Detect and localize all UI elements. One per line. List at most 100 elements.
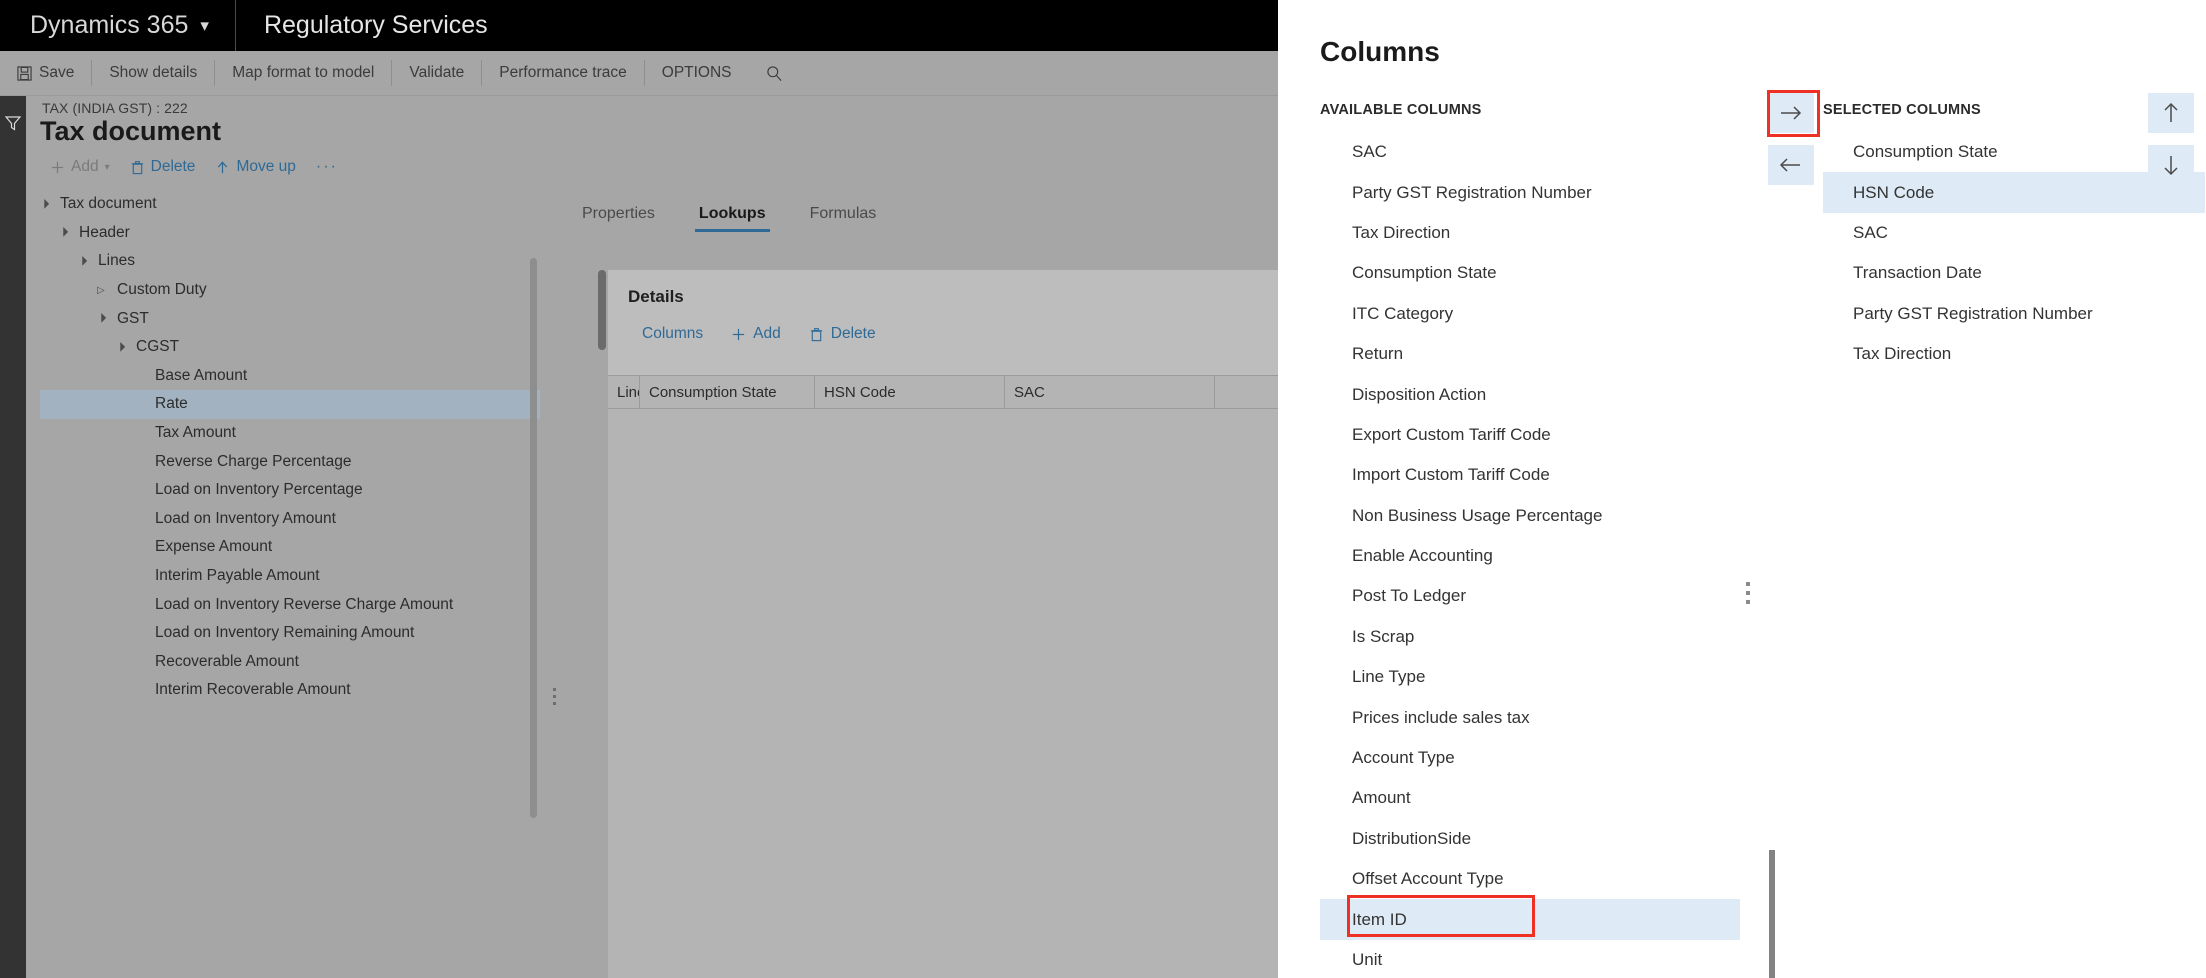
available-column-item[interactable]: Non Business Usage Percentage (1320, 496, 1740, 536)
grid-add-button[interactable]: Add (717, 325, 795, 343)
validate-button[interactable]: Validate (392, 58, 481, 88)
brand-label: Dynamics 365 (30, 11, 189, 39)
dialog-title: Columns (1320, 36, 1440, 67)
available-column-item[interactable]: Import Custom Tariff Code (1320, 455, 1740, 495)
move-up-button[interactable] (2148, 93, 2194, 133)
available-column-item[interactable]: Return (1320, 334, 1740, 374)
document-tree: Tax document Header Lines Custom Duty GST CGS… (40, 190, 540, 978)
selected-column-item[interactable]: Tax Direction (1823, 334, 2205, 374)
tree-node-label: Interim Payable Amount (155, 567, 320, 585)
tree-node-label: Reverse Charge Percentage (155, 452, 352, 470)
options-button[interactable]: OPTIONS (645, 58, 749, 88)
tree-node-label: Load on Inventory Remaining Amount (155, 624, 415, 642)
save-button[interactable]: Save (0, 58, 91, 88)
performance-trace-button[interactable]: Performance trace (482, 58, 644, 88)
tree-node[interactable]: Tax document (40, 190, 540, 219)
tree-node[interactable]: Interim Payable Amount (40, 562, 540, 591)
selected-column-item[interactable]: SAC (1823, 213, 2205, 253)
available-column-item[interactable]: Line Type (1320, 657, 1740, 697)
available-column-item[interactable]: Tax Direction (1320, 213, 1740, 253)
available-column-item[interactable]: Consumption State (1320, 253, 1740, 293)
available-columns-list[interactable]: SAC Party GST Registration Number Tax Dire… (1320, 132, 1740, 978)
pane-scrollbar[interactable] (598, 270, 606, 350)
tree-node[interactable]: Load on Inventory Amount (40, 505, 540, 534)
tab-formulas[interactable]: Formulas (788, 205, 899, 232)
chevron-down-icon[interactable] (40, 199, 54, 210)
dialog-drag-handle[interactable] (1746, 582, 1750, 609)
plus-icon (733, 328, 745, 340)
chevron-down-icon[interactable] (116, 342, 130, 353)
tree-node[interactable]: Expense Amount (40, 533, 540, 562)
map-format-to-model-button[interactable]: Map format to model (215, 58, 391, 88)
tree-scrollbar[interactable] (530, 258, 537, 818)
available-column-item[interactable]: Enable Accounting (1320, 536, 1740, 576)
breadcrumb: TAX (INDIA GST) : 222 (42, 100, 188, 116)
tree-node[interactable]: Base Amount (40, 362, 540, 391)
grid-body (608, 409, 1278, 978)
available-column-item[interactable]: Unit (1320, 940, 1740, 978)
search-button[interactable] (749, 58, 800, 88)
columns-button[interactable]: Columns (628, 325, 717, 343)
grid-delete-button[interactable]: Delete (795, 325, 890, 343)
details-pane: Details Columns Add Delete LineConsumpti… (608, 270, 1278, 978)
tree-node[interactable]: Tax Amount (40, 419, 540, 448)
tree-node-label: Tax Amount (155, 424, 236, 442)
chevron-right-icon[interactable] (97, 285, 111, 296)
tree-node[interactable]: Custom Duty (40, 276, 540, 305)
available-column-item[interactable]: Offset Account Type (1320, 859, 1740, 899)
tree-node-label: GST (117, 309, 149, 327)
tree-node[interactable]: Header (40, 219, 540, 248)
tree-node[interactable]: Load on Inventory Percentage (40, 476, 540, 505)
grid-column-header[interactable]: Line (608, 376, 640, 408)
tab-properties[interactable]: Properties (560, 205, 677, 232)
pane-drag-handle[interactable] (553, 688, 557, 710)
grid-column-header[interactable]: HSN Code (815, 376, 1005, 408)
tree-overflow-button[interactable]: ··· (306, 158, 348, 176)
add-button[interactable]: Add ▾ (40, 158, 120, 176)
tree-node[interactable]: Recoverable Amount (40, 648, 540, 677)
tree-node[interactable]: Load on Inventory Remaining Amount (40, 619, 540, 648)
tree-node-label: Custom Duty (117, 281, 207, 299)
tree-node[interactable]: Rate (40, 390, 540, 419)
available-column-item[interactable]: Item ID (1320, 899, 1740, 940)
available-column-item[interactable]: Disposition Action (1320, 374, 1740, 414)
show-details-button[interactable]: Show details (92, 58, 214, 88)
chevron-down-icon[interactable] (97, 313, 111, 324)
available-column-item[interactable]: Party GST Registration Number (1320, 172, 1740, 212)
module-name[interactable]: Regulatory Services (236, 0, 516, 51)
grid-column-header[interactable]: Consumption State (640, 376, 815, 408)
available-column-item[interactable]: ITC Category (1320, 294, 1740, 334)
tab-lookups[interactable]: Lookups (677, 205, 788, 232)
available-column-item[interactable]: Amount (1320, 778, 1740, 818)
move-down-button[interactable] (2148, 145, 2194, 185)
move-right-button[interactable] (1768, 93, 1814, 133)
tree-node[interactable]: GST (40, 304, 540, 333)
filter-icon[interactable] (4, 114, 22, 137)
selected-column-item[interactable]: Party GST Registration Number (1823, 294, 2205, 334)
tree-node[interactable]: Reverse Charge Percentage (40, 447, 540, 476)
tree-node-label: Lines (98, 252, 136, 270)
selected-column-item[interactable]: Transaction Date (1823, 253, 2205, 293)
brand-menu[interactable]: Dynamics 365 ▾ (0, 0, 235, 51)
available-column-item[interactable]: Prices include sales tax (1320, 697, 1740, 737)
available-column-item[interactable]: Is Scrap (1320, 617, 1740, 657)
available-column-item[interactable]: Post To Ledger (1320, 576, 1740, 616)
chevron-down-icon[interactable] (78, 256, 92, 267)
chevron-down-icon[interactable] (59, 227, 73, 238)
move-left-button[interactable] (1768, 145, 1814, 185)
tree-node[interactable]: Lines (40, 247, 540, 276)
available-column-item[interactable]: SAC (1320, 132, 1740, 172)
tree-node[interactable]: Interim Recoverable Amount (40, 676, 540, 705)
delete-button[interactable]: Delete (120, 158, 206, 176)
chevron-down-icon: ▾ (104, 161, 110, 173)
available-columns-scrollbar[interactable] (1769, 850, 1775, 978)
available-column-item[interactable]: Account Type (1320, 738, 1740, 778)
tree-node[interactable]: Load on Inventory Reverse Charge Amount (40, 590, 540, 619)
grid-column-header[interactable]: SAC (1005, 376, 1215, 408)
move-up-button[interactable]: Move up (205, 158, 305, 176)
tree-node[interactable]: CGST (40, 333, 540, 362)
available-column-item[interactable]: Export Custom Tariff Code (1320, 415, 1740, 455)
move-up-label: Move up (236, 158, 296, 175)
tree-node-label: CGST (136, 338, 180, 356)
available-column-item[interactable]: DistributionSide (1320, 819, 1740, 859)
